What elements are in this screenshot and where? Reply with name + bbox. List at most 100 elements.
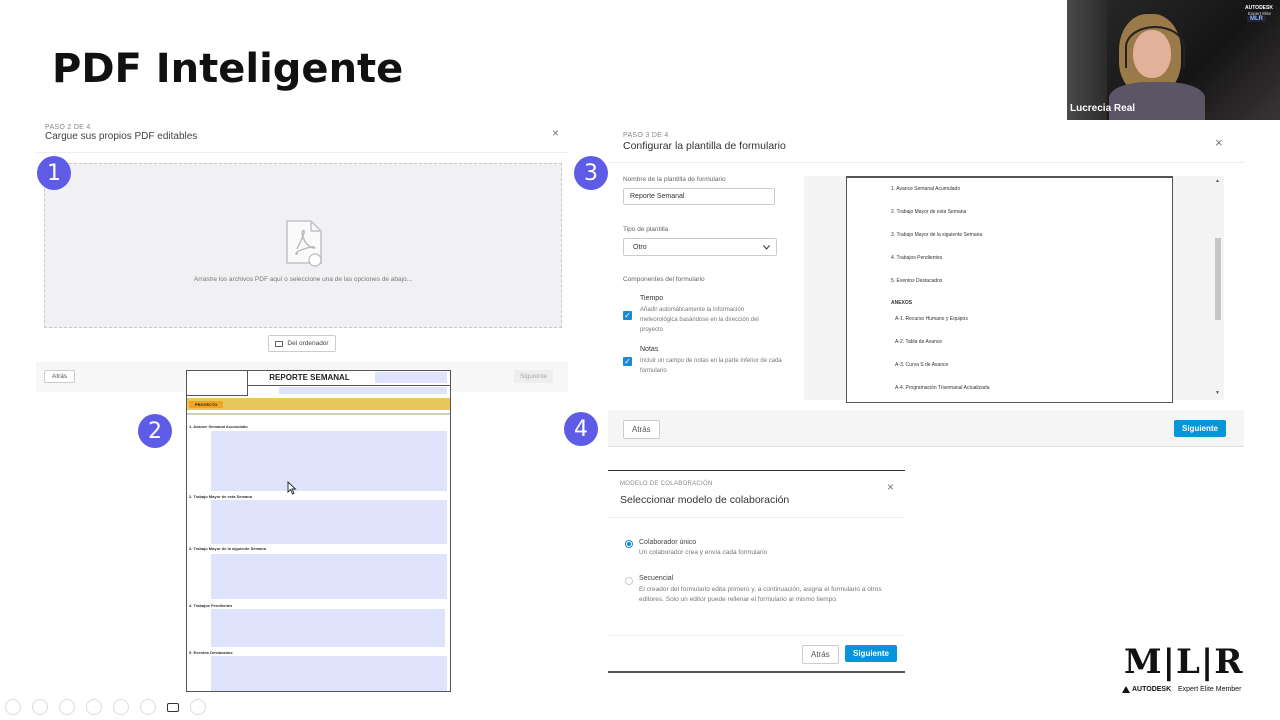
presenter-name: Lucrecia Real — [1070, 103, 1136, 114]
autodesk-logo-text: AUTODESK — [1132, 686, 1172, 693]
step-badge-1: 1 — [37, 156, 71, 190]
pdf-section-heading: 2. Trabajo Mayor de esta Semana — [189, 494, 252, 499]
template-name-label: Nombre de la plantilla de formulario — [623, 176, 726, 183]
template-type-value: Otro — [633, 243, 647, 251]
upload-close-button[interactable]: × — [552, 126, 559, 140]
pdf-section-field[interactable] — [211, 656, 447, 691]
notes-title: Notas — [640, 346, 659, 353]
preview-item: A-2. Tabla de Avance — [895, 339, 943, 345]
autodesk-logo-icon — [1122, 686, 1130, 693]
pdf-section-heading: 5. Eventos Destacados — [189, 650, 233, 655]
pdf-section-heading: 4. Trabajos Pendientes — [189, 603, 233, 608]
radio-single-collaborator[interactable] — [625, 540, 633, 548]
template-name-value: Reporte Semanal — [630, 193, 685, 200]
step-badge-3: 3 — [574, 156, 608, 190]
template-step-label: PASO 3 DE 4 — [623, 132, 669, 139]
mlr-logo-text: M|L|R — [1124, 642, 1244, 682]
template-panel: PASO 3 DE 4 Configurar la plantilla de f… — [608, 120, 1244, 450]
pdf-section-heading: 3. Trabajo Mayor de la siguiente Semana — [189, 546, 266, 551]
previous-slide-icon[interactable] — [5, 699, 21, 715]
template-type-select[interactable]: Otro — [623, 238, 777, 256]
slide-title: PDF Inteligente — [52, 46, 404, 92]
pdf-field-header[interactable] — [375, 372, 447, 383]
weather-checkbox[interactable]: ✓ — [623, 311, 632, 320]
template-back-button[interactable]: Atrás — [623, 420, 660, 439]
components-label: Componentes del formulario — [623, 276, 705, 283]
notes-checkbox[interactable]: ✓ — [623, 357, 632, 366]
weather-title: Tiempo — [640, 295, 664, 302]
pdf-header-line — [247, 385, 450, 386]
collaboration-back-button[interactable]: Atrás — [802, 645, 839, 664]
pdf-section-field[interactable] — [211, 609, 445, 647]
pdf-section-field[interactable] — [211, 500, 447, 544]
pen-icon[interactable] — [59, 699, 75, 715]
pdf-logo-box — [187, 371, 248, 396]
scroll-down-icon[interactable]: ▼ — [1215, 390, 1220, 396]
headset-icon — [1125, 26, 1185, 68]
template-close-button[interactable]: × — [1215, 135, 1223, 150]
upload-panel: PASO 2 DE 4 Cargue sus propios PDF edita… — [36, 118, 568, 368]
webcam-badge-mlr: MLR — [1247, 16, 1266, 22]
preview-item: ANEXOS — [891, 300, 913, 306]
option-sequential-title: Secuencial — [639, 575, 674, 582]
more-options-icon[interactable] — [190, 699, 206, 715]
pdf-drop-zone[interactable]: Arrastre los archivos PDF aquí o selecci… — [44, 163, 562, 328]
webcam-window-light — [1067, 0, 1107, 120]
preview-item: A-4. Programación Trisemanal Actualizada — [895, 385, 990, 391]
step-badge-2: 2 — [138, 414, 172, 448]
slides-grid-icon[interactable] — [86, 699, 102, 715]
pdf-project-bar — [187, 398, 450, 410]
preview-item: 5. Eventos Destacados — [891, 278, 943, 284]
pdf-project-line — [187, 413, 450, 415]
radio-sequential[interactable] — [625, 577, 633, 585]
chevron-down-icon — [763, 244, 770, 250]
pdf-field-date[interactable] — [279, 387, 447, 394]
collaboration-next-button[interactable]: Siguiente — [845, 645, 898, 662]
pdf-header-title: REPORTE SEMANAL — [269, 373, 350, 382]
preview-item: A-1. Recurso Humano y Equipos — [895, 316, 968, 322]
option-single-title: Colaborador único — [639, 539, 697, 546]
divider — [36, 152, 568, 153]
camera-icon[interactable] — [167, 702, 179, 712]
expert-elite-label: Expert Elite Member — [1178, 686, 1242, 693]
template-preview: 1. Avance Semanal Acumulado 2. Trabajo M… — [804, 176, 1224, 403]
divider — [608, 162, 1244, 163]
pdf-preview: REPORTE SEMANAL PROYECTO 1. Avance Seman… — [186, 370, 451, 692]
template-next-button[interactable]: Siguiente — [1174, 420, 1227, 437]
pdf-section-field[interactable] — [211, 554, 447, 599]
scroll-thumb[interactable] — [1215, 238, 1221, 320]
from-computer-button[interactable]: Del ordenador — [268, 335, 336, 352]
step-badge-4: 4 — [564, 412, 598, 446]
computer-icon — [275, 340, 284, 347]
template-name-input[interactable]: Reporte Semanal — [623, 188, 775, 205]
upload-title: Cargue sus propios PDF editables — [45, 131, 198, 142]
next-slide-icon[interactable] — [32, 699, 48, 715]
collaboration-title: Seleccionar modelo de colaboración — [620, 494, 790, 506]
scroll-up-icon[interactable]: ▲ — [1215, 178, 1220, 184]
mouse-cursor-icon — [287, 481, 297, 495]
weather-desc: Añadir automáticamente la información me… — [640, 307, 759, 333]
mlr-logo: M|L|R AUTODESK Expert Elite Member — [1122, 642, 1254, 702]
subtitles-icon[interactable] — [140, 699, 156, 715]
collaboration-panel: MODELO DE COLABORACIÓN Seleccionar model… — [608, 470, 905, 673]
upload-next-button[interactable]: Siguiente — [514, 370, 554, 383]
from-computer-label: Del ordenador — [287, 340, 329, 347]
webcam-feed: AUTODESK Expert Elite MLR Lucrecia Real — [1067, 0, 1280, 120]
pdf-section-field[interactable] — [211, 431, 447, 491]
drop-zone-text: Arrastre los archivos PDF aquí o selecci… — [193, 276, 413, 283]
upload-back-button[interactable]: Atrás — [44, 370, 76, 383]
preview-item: 2. Trabajo Mayor de esta Semana — [891, 209, 967, 215]
collaboration-close-button[interactable]: × — [887, 480, 894, 494]
presentation-toolbar — [5, 699, 217, 715]
option-sequential-desc: El creador del formulario edita primero … — [639, 586, 882, 603]
presenter-body — [1109, 82, 1205, 120]
preview-scrollbar[interactable]: ▲ ▼ — [1214, 176, 1222, 400]
radio-dot — [627, 542, 631, 546]
pdf-file-icon — [286, 220, 322, 267]
template-footer: Atrás Siguiente — [608, 410, 1244, 447]
zoom-icon[interactable] — [113, 699, 129, 715]
notes-desc: Incluir un campo de notas en la parte in… — [640, 358, 782, 374]
collaboration-footer: Atrás Siguiente — [608, 635, 905, 670]
preview-item: 4. Trabajos Pendientes — [891, 255, 943, 261]
pdf-project-tag: PROYECTO — [189, 401, 224, 408]
